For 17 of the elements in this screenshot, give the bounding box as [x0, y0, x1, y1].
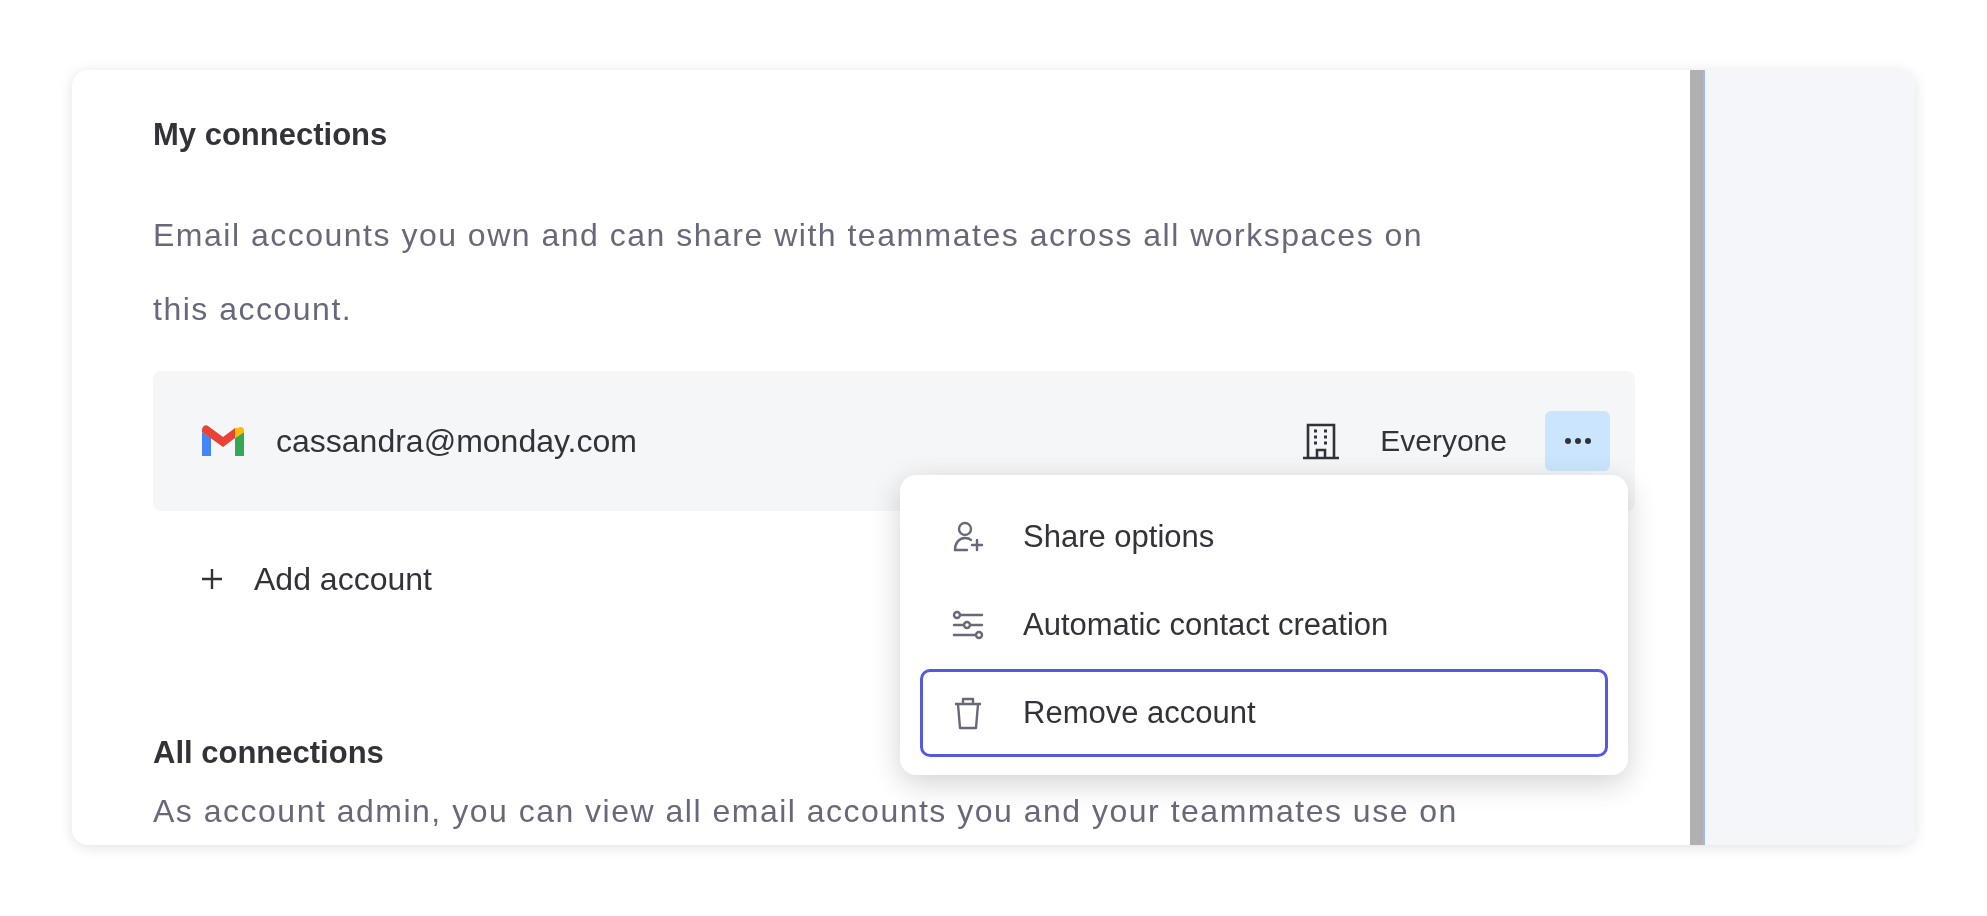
- section-title: All connections: [153, 734, 385, 772]
- section-title: My connections: [153, 116, 389, 154]
- add-account-button[interactable]: Add account: [200, 549, 432, 609]
- plus-icon: [200, 567, 224, 591]
- menu-item[interactable]: Remove account: [920, 669, 1608, 757]
- more-button[interactable]: [1545, 411, 1610, 471]
- section-description: As account admin, you can view all email accounts you and your teammates use on: [153, 792, 1459, 831]
- person-add-icon: [951, 520, 985, 554]
- mail-logo-icon: [200, 424, 246, 458]
- sliders-icon: [951, 608, 985, 642]
- more-icon: [1564, 438, 1591, 444]
- menu-item[interactable]: Share options: [920, 493, 1608, 581]
- menu-item[interactable]: Automatic contact creation: [920, 581, 1608, 669]
- building-icon: [1302, 422, 1341, 460]
- account-email: cassandra@monday.com: [276, 422, 638, 460]
- section-description: Email accounts you own and can share with teammates across all workspaces on this account.: [153, 216, 1425, 329]
- visibility-label: Everyone: [1380, 424, 1507, 458]
